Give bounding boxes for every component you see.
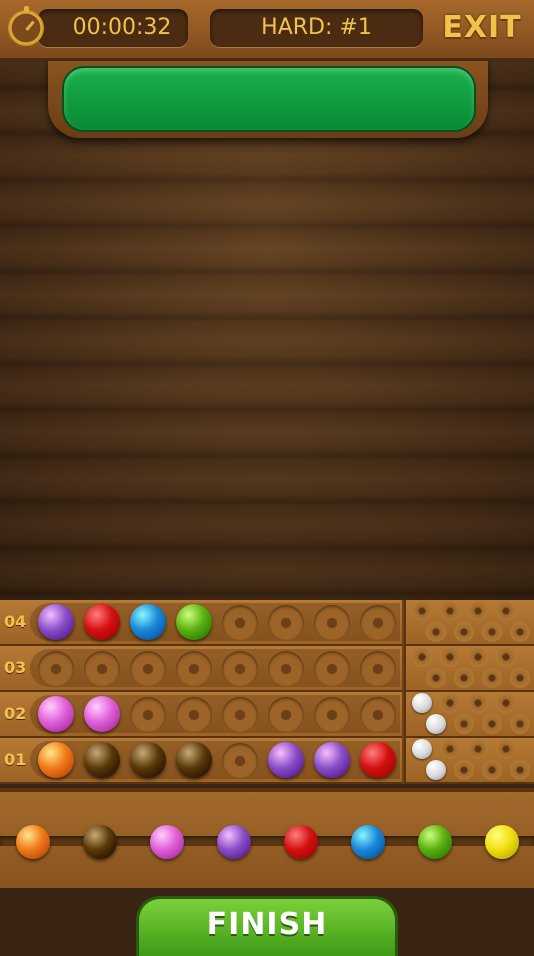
feedback-panel	[404, 738, 534, 784]
empty-slot[interactable]	[268, 651, 304, 687]
feedback-hole	[482, 668, 502, 688]
level-display: HARD: #1	[210, 9, 423, 47]
feedback-hole	[412, 647, 432, 667]
feedback-hole	[510, 760, 530, 780]
empty-slot[interactable]	[360, 697, 396, 733]
finish-button[interactable]: FINISH	[136, 896, 398, 956]
palette-peg-orange[interactable]	[16, 825, 50, 859]
palette-peg-yellow[interactable]	[485, 825, 519, 859]
empty-slot[interactable]	[268, 697, 304, 733]
feedback-hole	[454, 714, 474, 734]
empty-slot[interactable]	[176, 697, 212, 733]
palette-rail	[0, 836, 534, 846]
peg-purple[interactable]	[314, 742, 350, 778]
guess-row-pegs: 04	[0, 600, 402, 646]
peg-green[interactable]	[176, 604, 212, 640]
guess-row-pegs: 01	[0, 738, 402, 784]
feedback-peg-white	[426, 714, 446, 734]
feedback-hole	[482, 714, 502, 734]
feedback-hole	[496, 693, 516, 713]
guess-row-03: 03	[0, 646, 534, 692]
timer-display: 00:00:32	[38, 9, 188, 47]
guess-row-01: 01	[0, 738, 534, 784]
feedback-hole	[468, 693, 488, 713]
peg-purple[interactable]	[38, 604, 74, 640]
feedback-hole	[468, 601, 488, 621]
palette-peg-green[interactable]	[418, 825, 452, 859]
feedback-hole	[482, 622, 502, 642]
feedback-hole	[482, 760, 502, 780]
secret-code-cover	[62, 66, 476, 132]
feedback-peg-white	[426, 760, 446, 780]
feedback-hole	[440, 601, 460, 621]
empty-slot[interactable]	[130, 651, 166, 687]
peg-orange[interactable]	[38, 742, 74, 778]
guess-row-pegs: 03	[0, 646, 402, 692]
feedback-hole	[426, 622, 446, 642]
row-number: 03	[4, 658, 27, 677]
feedback-hole	[440, 739, 460, 759]
feedback-panel	[404, 646, 534, 692]
feedback-hole	[468, 647, 488, 667]
guess-row-04: 04	[0, 600, 534, 646]
peg-purple[interactable]	[268, 742, 304, 778]
guess-row-02: 02	[0, 692, 534, 738]
peg-red[interactable]	[84, 604, 120, 640]
empty-slot[interactable]	[176, 651, 212, 687]
feedback-hole	[454, 622, 474, 642]
empty-slot[interactable]	[222, 605, 258, 641]
empty-slot[interactable]	[314, 605, 350, 641]
empty-slot[interactable]	[222, 651, 258, 687]
feedback-peg-white	[412, 739, 432, 759]
feedback-hole	[468, 739, 488, 759]
empty-slot[interactable]	[360, 605, 396, 641]
peg-blue[interactable]	[130, 604, 166, 640]
feedback-hole	[454, 668, 474, 688]
feedback-panel	[404, 600, 534, 646]
palette-peg-pink[interactable]	[150, 825, 184, 859]
feedback-hole	[496, 739, 516, 759]
empty-slot[interactable]	[268, 605, 304, 641]
feedback-hole	[440, 693, 460, 713]
row-number: 04	[4, 612, 27, 631]
feedback-hole	[440, 647, 460, 667]
empty-slot[interactable]	[84, 651, 120, 687]
color-palette	[0, 788, 534, 895]
palette-peg-red[interactable]	[284, 825, 318, 859]
feedback-hole	[496, 647, 516, 667]
feedback-hole	[510, 668, 530, 688]
peg-pink[interactable]	[84, 696, 120, 732]
palette-peg-purple[interactable]	[217, 825, 251, 859]
feedback-peg-white	[412, 693, 432, 713]
empty-slot[interactable]	[38, 651, 74, 687]
feedback-hole	[510, 714, 530, 734]
row-number: 01	[4, 750, 27, 769]
empty-slot[interactable]	[222, 697, 258, 733]
feedback-hole	[454, 760, 474, 780]
top-bar: 00:00:32 HARD: #1 EXIT	[0, 0, 534, 61]
peg-brown[interactable]	[84, 742, 120, 778]
stopwatch-icon	[8, 6, 44, 46]
feedback-hole	[426, 668, 446, 688]
peg-brown[interactable]	[176, 742, 212, 778]
guess-board: 04 03 02 01	[0, 600, 534, 784]
peg-red[interactable]	[360, 742, 396, 778]
row-number: 02	[4, 704, 27, 723]
empty-slot[interactable]	[222, 743, 258, 779]
peg-brown[interactable]	[130, 742, 166, 778]
palette-peg-blue[interactable]	[351, 825, 385, 859]
empty-slot[interactable]	[130, 697, 166, 733]
empty-slot[interactable]	[360, 651, 396, 687]
feedback-panel	[404, 692, 534, 738]
feedback-hole	[412, 601, 432, 621]
empty-slot[interactable]	[314, 651, 350, 687]
palette-peg-brown[interactable]	[83, 825, 117, 859]
peg-pink[interactable]	[38, 696, 74, 732]
exit-button[interactable]: EXIT	[436, 8, 528, 48]
guess-row-pegs: 02	[0, 692, 402, 738]
feedback-hole	[496, 601, 516, 621]
feedback-hole	[510, 622, 530, 642]
empty-slot[interactable]	[314, 697, 350, 733]
